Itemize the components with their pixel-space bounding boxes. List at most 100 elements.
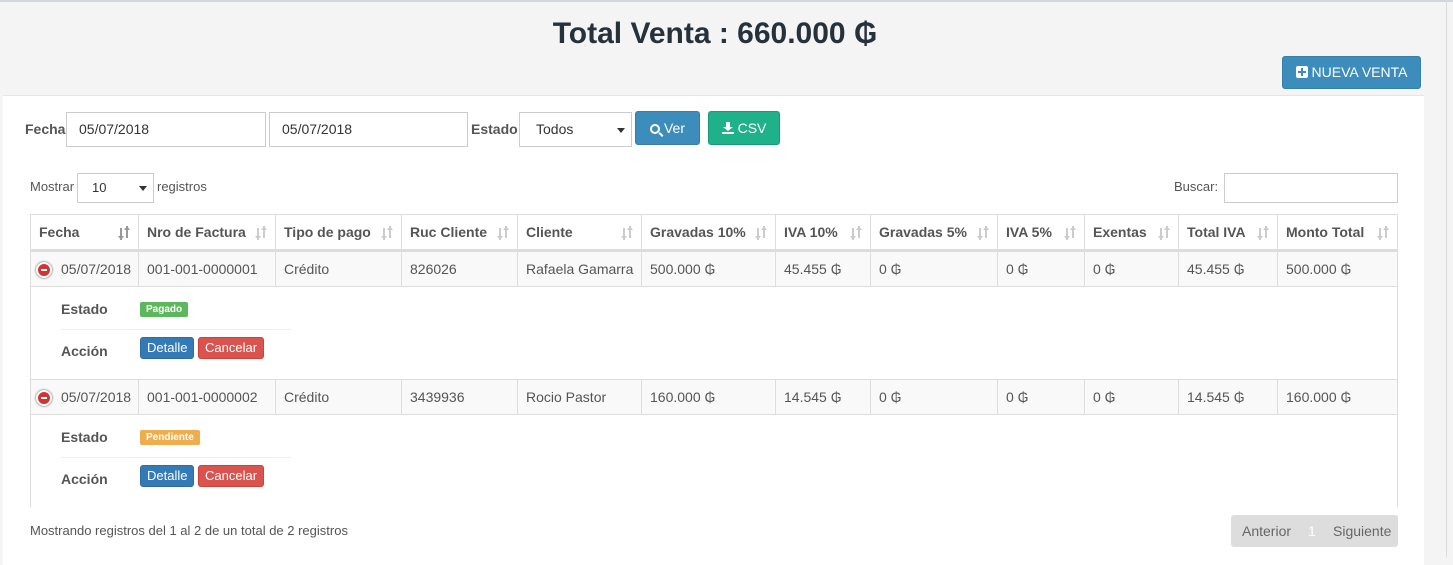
page-size-value: 10 (92, 180, 107, 195)
estado-label: Estado (471, 121, 518, 137)
estado-select-value: Todos (536, 121, 574, 137)
cell-total-iva: 14.545 ₲ (1179, 380, 1278, 414)
estado-select[interactable]: Todos (519, 112, 632, 147)
column-header-iva-10[interactable]: IVA 10% (776, 215, 871, 250)
new-sale-button[interactable]: NUEVA VENTA (1282, 56, 1421, 89)
right-border (1446, 0, 1447, 557)
column-header-cliente[interactable]: Cliente (518, 215, 642, 250)
column-header-gravadas-5[interactable]: Gravadas 5% (871, 215, 998, 250)
sort-icon (850, 226, 862, 240)
column-header-exentas[interactable]: Exentas (1085, 215, 1179, 250)
cell-monto-total: 160.000 ₲ (1286, 389, 1352, 405)
page-1-button[interactable]: 1 (1308, 515, 1316, 547)
sort-icon (755, 226, 767, 240)
status-badge: Pagado (140, 302, 189, 317)
column-label: Nro de Factura (147, 224, 246, 240)
column-label: Fecha (39, 224, 80, 240)
cell-exentas: 0 ₲ (1085, 252, 1179, 286)
cell-gravadas-5: 0 ₲ (871, 380, 998, 414)
column-label: IVA 10% (784, 224, 838, 240)
cancelar-button[interactable]: Cancelar (198, 465, 265, 487)
next-page-button[interactable]: Siguiente (1333, 515, 1391, 547)
estado-label: Estado (61, 429, 108, 445)
cell-iva-10: 14.545 ₲ (776, 380, 871, 414)
column-header-ruc-cliente[interactable]: Ruc Cliente (402, 215, 518, 250)
accion-label: Acción (61, 343, 108, 359)
sort-icon (497, 226, 509, 240)
column-label: Tipo de pago (284, 224, 371, 240)
ver-button[interactable]: Ver (635, 111, 700, 145)
column-header-gravadas-10[interactable]: Gravadas 10% (642, 215, 776, 250)
row-details: Estado Pendiente Acción Detalle Cancelar (31, 415, 1397, 507)
sort-icon (1257, 226, 1269, 240)
cell-tipo-pago: Crédito (276, 380, 402, 414)
divider (61, 457, 291, 458)
cell-nro-factura: 001-001-0000002 (139, 380, 276, 414)
search-input[interactable] (1224, 173, 1398, 203)
column-label: Total IVA (1187, 224, 1246, 240)
search-icon (649, 124, 660, 134)
column-header-monto-total[interactable]: Monto Total (1278, 215, 1397, 250)
estado-label: Estado (61, 301, 108, 317)
column-header-total-iva[interactable]: Total IVA (1179, 215, 1278, 250)
table-row[interactable]: 05/07/2018 001-001-0000002 Crédito 34399… (31, 379, 1397, 415)
download-icon (721, 122, 734, 134)
fecha-label: Fecha (25, 121, 66, 137)
cell-fecha: 05/07/2018 (31, 380, 139, 414)
sort-icon (1158, 226, 1170, 240)
detalle-button[interactable]: Detalle (140, 337, 195, 359)
column-header-tipo-pago[interactable]: Tipo de pago (276, 215, 402, 250)
table-header: Fecha Nro de Factura Tipo de pago Ruc Cl… (31, 215, 1397, 251)
page-title: Total Venta : 660.000 ₲ (552, 17, 878, 50)
chevron-down-icon (139, 186, 147, 191)
sort-icon (621, 226, 633, 240)
pagination: Anterior 1 Siguiente (1231, 515, 1398, 547)
sort-icon (977, 226, 989, 240)
records-label: registros (157, 179, 207, 194)
cell-tipo-pago: Crédito (276, 252, 402, 286)
cell-gravadas-10: 500.000 ₲ (642, 252, 776, 286)
cell-cliente: Rafaela Gamarra (518, 252, 642, 286)
cell-iva-5: 0 ₲ (998, 252, 1085, 286)
cell-fecha: 05/07/2018 (31, 252, 139, 286)
date-from-input[interactable]: 05/07/2018 (66, 112, 266, 147)
ver-label: Ver (663, 120, 685, 136)
accion-label: Acción (61, 471, 108, 487)
csv-button[interactable]: CSV (708, 111, 780, 145)
prev-page-button[interactable]: Anterior (1242, 515, 1291, 547)
sort-icon (118, 226, 130, 240)
top-border (0, 0, 1453, 2)
column-header-iva-5[interactable]: IVA 5% (998, 215, 1085, 250)
column-label: Monto Total (1286, 224, 1365, 240)
page-size-select[interactable]: 10 (77, 173, 154, 203)
status-badge: Pendiente (140, 430, 200, 445)
show-label: Mostrar (30, 179, 75, 194)
column-label: Gravadas 5% (879, 224, 967, 240)
cell-ruc-cliente: 3439936 (402, 380, 518, 414)
sales-table: Fecha Nro de Factura Tipo de pago Ruc Cl… (30, 214, 1398, 507)
column-label: IVA 5% (1006, 224, 1052, 240)
table-row[interactable]: 05/07/2018 001-001-0000001 Crédito 82602… (31, 251, 1397, 287)
sort-icon (1064, 226, 1076, 240)
cell-gravadas-5: 0 ₲ (871, 252, 998, 286)
column-label: Gravadas 10% (650, 224, 746, 240)
cell-total-iva: 45.455 ₲ (1179, 252, 1278, 286)
cell-cliente: Rocio Pastor (518, 380, 642, 414)
cell-nro-factura: 001-001-0000001 (139, 252, 276, 286)
column-label: Exentas (1093, 224, 1147, 240)
cancelar-button[interactable]: Cancelar (198, 337, 265, 359)
sort-icon (255, 226, 267, 240)
cell-gravadas-10: 160.000 ₲ (642, 380, 776, 414)
date-to-input[interactable]: 05/07/2018 (269, 112, 468, 147)
sort-icon (1377, 226, 1389, 240)
cell-iva-10: 45.455 ₲ (776, 252, 871, 286)
column-header-nro-factura[interactable]: Nro de Factura (139, 215, 276, 250)
chevron-down-icon (617, 127, 625, 133)
cell-iva-5: 0 ₲ (998, 380, 1085, 414)
table-info: Mostrando registros del 1 al 2 de un tot… (30, 523, 348, 538)
plus-square-icon (1295, 66, 1308, 78)
new-sale-label: NUEVA VENTA (1311, 64, 1408, 80)
column-label: Ruc Cliente (410, 224, 488, 240)
column-header-fecha[interactable]: Fecha (31, 215, 139, 250)
detalle-button[interactable]: Detalle (140, 465, 195, 487)
